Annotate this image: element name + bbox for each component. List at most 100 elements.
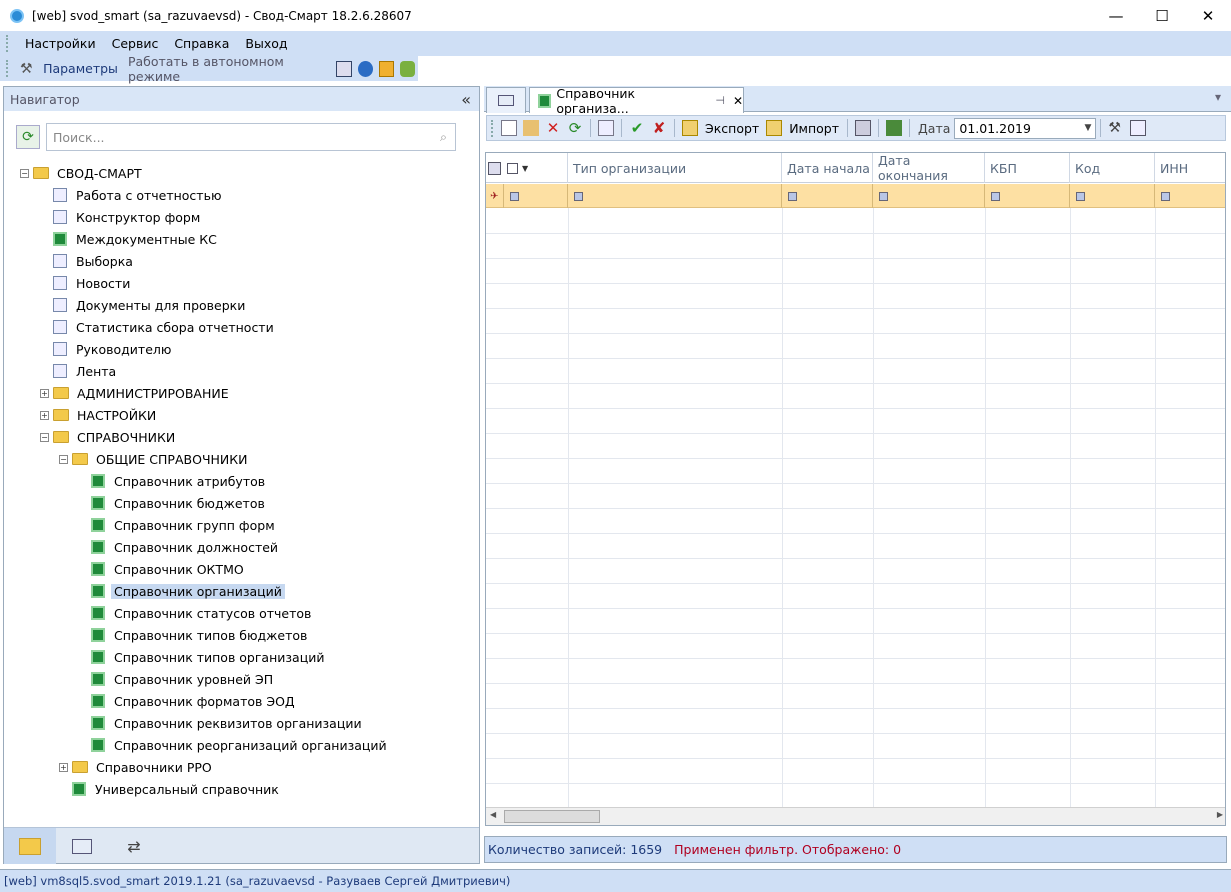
export-button[interactable]: Экспорт	[701, 121, 763, 136]
filter-condition-icon[interactable]	[574, 191, 583, 201]
table-row[interactable]	[486, 259, 1225, 284]
list-tab[interactable]	[56, 828, 108, 864]
tree-item[interactable]: Справочник организаций	[78, 581, 285, 601]
tab-list[interactable]	[486, 87, 526, 113]
tree-item[interactable]: Лента	[40, 361, 119, 381]
table-row[interactable]	[486, 284, 1225, 309]
filter-cell[interactable]	[873, 184, 985, 208]
table-row[interactable]	[486, 334, 1225, 359]
tree-item[interactable]: Справочник типов бюджетов	[78, 625, 310, 645]
tree-item[interactable]: Новости	[40, 273, 133, 293]
menu-settings[interactable]: Настройки	[17, 36, 104, 51]
tree-item[interactable]: Справочник атрибутов	[78, 471, 268, 491]
filter-condition-icon[interactable]	[1161, 191, 1170, 201]
tree-item[interactable]: − ОБЩИЕ СПРАВОЧНИКИ	[59, 449, 250, 469]
close-button[interactable]: ✕	[1185, 0, 1231, 31]
tree-item[interactable]: Справочник должностей	[78, 537, 281, 557]
tabs-menu-icon[interactable]: ▾	[1215, 90, 1221, 104]
filter-condition-icon[interactable]	[1076, 191, 1085, 201]
table-row[interactable]	[486, 709, 1225, 734]
offline-mode-button[interactable]: Работать в автономном режиме	[123, 54, 333, 84]
tree-item[interactable]: Справочник статусов отчетов	[78, 603, 314, 623]
new-document-icon[interactable]	[501, 120, 517, 136]
tree-item[interactable]: Документы для проверки	[40, 295, 248, 315]
tree-item[interactable]: + Справочники РРО	[59, 757, 215, 777]
filter-cell[interactable]	[782, 184, 873, 208]
menu-grip[interactable]	[6, 35, 9, 52]
filter-condition-icon[interactable]	[510, 191, 519, 201]
filter-cell[interactable]	[1070, 184, 1155, 208]
table-row[interactable]	[486, 509, 1225, 534]
table-row[interactable]	[486, 609, 1225, 634]
table-row[interactable]	[486, 484, 1225, 509]
uncheck-icon[interactable]: ✘	[651, 120, 667, 136]
table-row[interactable]	[486, 359, 1225, 384]
table-row[interactable]	[486, 409, 1225, 434]
col-kbp[interactable]: КБП	[985, 153, 1070, 183]
refresh-icon[interactable]: ⟳	[567, 120, 583, 136]
table-row[interactable]	[486, 309, 1225, 334]
tree-item[interactable]: + НАСТРОЙКИ	[40, 405, 159, 425]
settings-icon[interactable]: ⚒	[1108, 120, 1124, 136]
table-row[interactable]	[486, 459, 1225, 484]
tab-organizations[interactable]: Справочник организа... ⊣ ✕	[529, 86, 744, 116]
filter-cell[interactable]	[1155, 184, 1225, 208]
tree-item[interactable]: − СПРАВОЧНИКИ	[40, 427, 178, 447]
table-row[interactable]	[486, 384, 1225, 409]
chevron-down-icon[interactable]: ▼	[522, 164, 528, 173]
tree-item[interactable]: Справочник ОКТМО	[78, 559, 247, 579]
table-row[interactable]	[486, 684, 1225, 709]
tree-item[interactable]: Междокументные КС	[40, 229, 220, 249]
tab-close-icon[interactable]: ✕	[733, 94, 743, 108]
col-end-date[interactable]: Дата окончания	[873, 153, 985, 183]
tree-item[interactable]: Справочник реквизитов организации	[78, 713, 365, 733]
tree-item[interactable]: Справочник типов организаций	[78, 647, 327, 667]
download-icon[interactable]	[886, 120, 903, 136]
tree-item[interactable]: Статистика сбора отчетности	[40, 317, 277, 337]
tree-item[interactable]: + АДМИНИСТРИРОВАНИЕ	[40, 383, 232, 403]
filter-cell[interactable]	[504, 184, 568, 208]
refresh-button[interactable]: ⟳	[16, 125, 40, 149]
filter-cell[interactable]	[568, 184, 782, 208]
delete-icon[interactable]: ✕	[545, 120, 561, 136]
collapse-icon[interactable]: −	[20, 168, 29, 178]
tree-item[interactable]: Справочник форматов ЭОД	[78, 691, 298, 711]
table-row[interactable]	[486, 209, 1225, 234]
tree-item[interactable]: Справочник бюджетов	[78, 493, 268, 513]
menu-service[interactable]: Сервис	[104, 36, 167, 51]
table-row[interactable]	[486, 234, 1225, 259]
col-inn[interactable]: ИНН	[1155, 153, 1225, 183]
grid-menu-icon[interactable]	[488, 161, 501, 175]
date-field[interactable]: 01.01.2019 ▼	[954, 117, 1097, 139]
params-button[interactable]: Параметры	[38, 61, 123, 76]
collapse-icon[interactable]: −	[40, 432, 49, 442]
tree-item[interactable]: Универсальный справочник	[59, 779, 282, 799]
tree-item[interactable]: − СВОД-СМАРТ	[20, 163, 145, 183]
workflow-tab[interactable]: ⇄	[108, 828, 160, 864]
print-icon[interactable]	[855, 120, 872, 136]
scroll-right-icon[interactable]: ▶	[1217, 810, 1223, 819]
columns-icon[interactable]	[1130, 120, 1147, 136]
select-all-checkbox[interactable]	[507, 162, 518, 174]
table-row[interactable]	[486, 784, 1225, 809]
folder-tab[interactable]	[4, 828, 56, 864]
menu-help[interactable]: Справка	[166, 36, 237, 51]
table-row[interactable]	[486, 759, 1225, 784]
table-row[interactable]	[486, 559, 1225, 584]
tree-item[interactable]: Выборка	[40, 251, 136, 271]
check-icon[interactable]: ✔	[629, 120, 645, 136]
tree-item[interactable]: Руководителю	[40, 339, 174, 359]
minimize-button[interactable]: —	[1093, 0, 1139, 31]
collapse-navigator-button[interactable]: «	[461, 90, 471, 109]
table-row[interactable]	[486, 659, 1225, 684]
table-row[interactable]	[486, 634, 1225, 659]
table-row[interactable]	[486, 434, 1225, 459]
collapse-icon[interactable]: −	[59, 454, 68, 464]
users-icon[interactable]	[399, 60, 416, 77]
maximize-button[interactable]: ☐	[1139, 0, 1185, 31]
expand-icon[interactable]: +	[59, 762, 68, 772]
tree-item[interactable]: Работа с отчетностью	[40, 185, 224, 205]
filter-condition-icon[interactable]	[879, 191, 888, 201]
toolbar-grip[interactable]	[6, 60, 9, 77]
table-row[interactable]	[486, 534, 1225, 559]
